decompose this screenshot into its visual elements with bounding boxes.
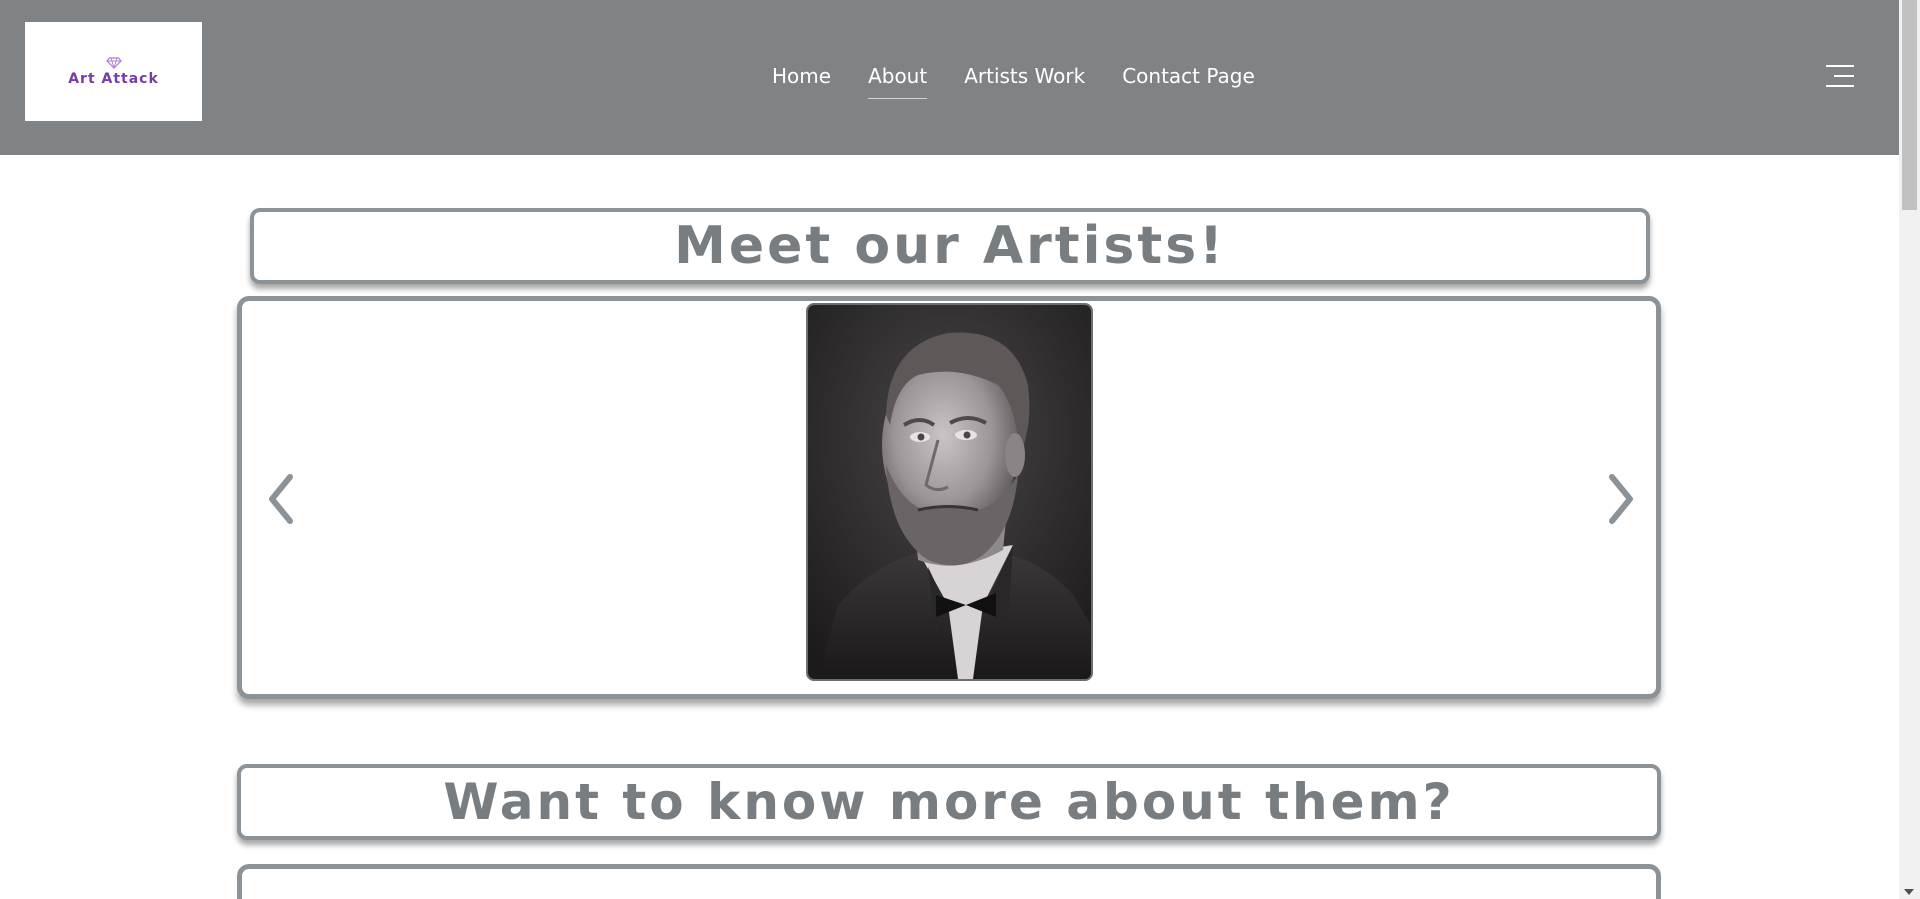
- nav-artists-work[interactable]: Artists Work: [964, 64, 1085, 88]
- more-title: Want to know more about them?: [443, 773, 1455, 831]
- nav-contact-page[interactable]: Contact Page: [1122, 64, 1255, 88]
- page: Art Attack Home About Artists Work Conta…: [0, 0, 1920, 899]
- logo-text: Art Attack: [68, 70, 159, 87]
- logo[interactable]: Art Attack: [25, 22, 202, 121]
- main-nav: Home About Artists Work Contact Page: [772, 64, 1292, 99]
- artist-carousel: [237, 296, 1661, 699]
- scroll-down-arrow-icon[interactable]: [1904, 889, 1914, 895]
- nav-about[interactable]: About: [868, 64, 928, 99]
- scrollbar-thumb[interactable]: [1902, 0, 1917, 210]
- more-title-box: Want to know more about them?: [237, 764, 1661, 840]
- nav-home[interactable]: Home: [772, 64, 831, 88]
- artists-title: Meet our Artists!: [674, 216, 1226, 276]
- portrait-image: [808, 305, 1091, 679]
- scrollbar[interactable]: [1899, 0, 1920, 899]
- chevron-left-icon[interactable]: [264, 473, 298, 525]
- artist-portrait[interactable]: [806, 303, 1093, 681]
- site-header: Art Attack Home About Artists Work Conta…: [0, 0, 1899, 155]
- diamond-heart-icon: [105, 56, 122, 69]
- hamburger-menu-icon[interactable]: [1826, 65, 1854, 87]
- artist-info-box: [237, 864, 1661, 899]
- artists-title-box: Meet our Artists!: [250, 208, 1650, 284]
- chevron-right-icon[interactable]: [1604, 473, 1638, 525]
